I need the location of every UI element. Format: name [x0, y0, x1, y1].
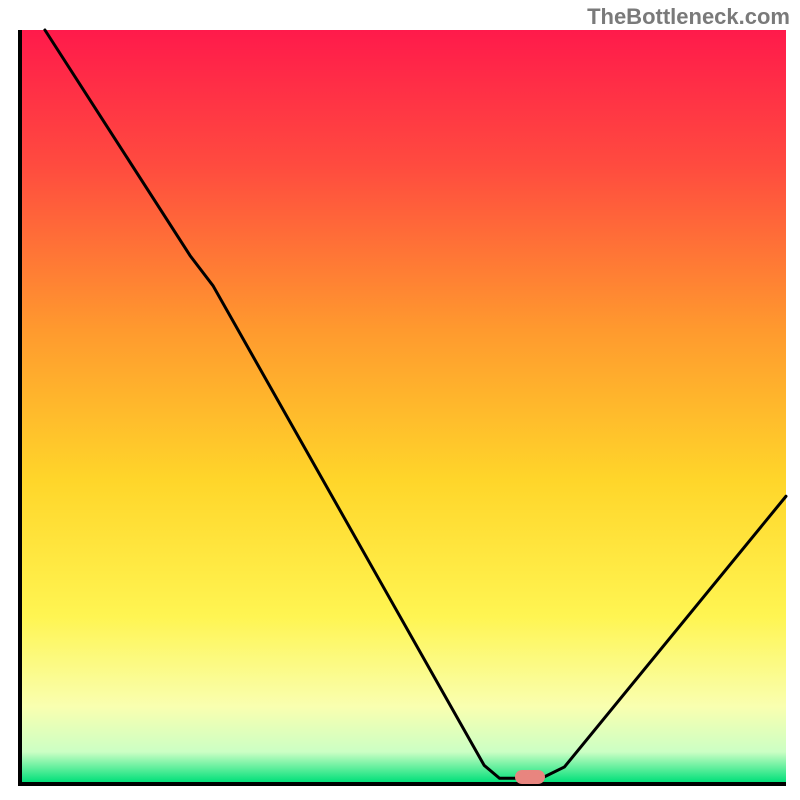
watermark-text: TheBottleneck.com [587, 4, 790, 30]
bottleneck-chart [18, 30, 786, 786]
optimal-point-marker [515, 770, 545, 784]
curve-layer [22, 30, 786, 782]
bottleneck-curve-path [45, 30, 786, 778]
